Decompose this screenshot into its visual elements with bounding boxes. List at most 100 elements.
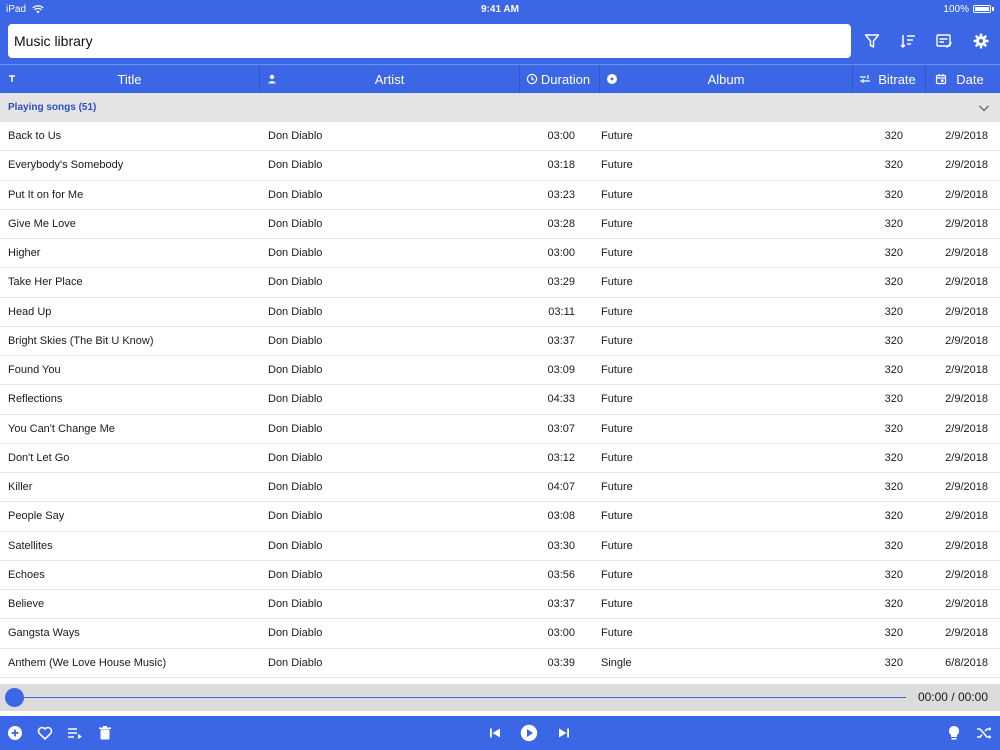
column-duration[interactable]: Duration — [520, 65, 600, 93]
delete-button[interactable] — [95, 723, 115, 743]
song-row[interactable]: Back to Us Don Diablo 03:00 Future 320 2/9/20… — [0, 122, 1000, 152]
song-row[interactable]: Bright Skies (The Bit U Know) Don Diablo 0… — [0, 327, 1000, 356]
song-bitrate: 320 — [884, 422, 903, 435]
song-row[interactable]: Anthem (We Love House Music) Don Diablo 03… — [0, 649, 1000, 678]
chevron-down-icon[interactable] — [978, 102, 990, 114]
song-row[interactable]: People Say Don Diablo 03:08 Future 320 2/9/20… — [0, 502, 1000, 532]
song-title: Higher — [8, 247, 41, 259]
song-title: Found You — [8, 364, 61, 376]
group-label: Playing songs (51) — [8, 102, 97, 113]
song-duration: 03:37 — [547, 334, 575, 347]
song-duration: 03:09 — [547, 364, 575, 376]
edit-list-button[interactable] — [931, 28, 957, 54]
song-artist: Don Diablo — [268, 422, 323, 435]
song-duration: 03:11 — [548, 305, 575, 318]
shuffle-button[interactable] — [974, 723, 994, 743]
filter-button[interactable] — [859, 28, 885, 54]
song-duration: 04:33 — [547, 393, 575, 406]
column-title-label: Title — [117, 71, 142, 87]
song-album: Future — [601, 334, 633, 347]
sort-button[interactable] — [895, 28, 921, 54]
queue-button[interactable] — [65, 723, 85, 743]
column-title[interactable]: Title — [0, 65, 260, 93]
song-album: Future — [601, 598, 633, 610]
song-bitrate: 320 — [884, 393, 903, 406]
song-bitrate: 320 — [884, 159, 903, 172]
song-duration: 03:00 — [547, 130, 575, 142]
text-t-icon — [6, 73, 18, 85]
song-artist: Don Diablo — [268, 510, 323, 523]
song-bitrate: 320 — [884, 510, 903, 523]
song-row[interactable]: Echoes Don Diablo 03:56 Future 320 2/9/2018 — [0, 561, 1000, 590]
song-album: Future — [601, 188, 633, 201]
column-duration-label: Duration — [540, 71, 591, 87]
song-artist: Don Diablo — [268, 451, 323, 464]
song-row[interactable]: Don't Let Go Don Diablo 03:12 Future 320 2/9/… — [0, 444, 1000, 473]
song-artist: Don Diablo — [268, 159, 323, 172]
song-row[interactable]: Reflections Don Diablo 04:33 Future 320 2/9/2… — [0, 385, 1000, 415]
song-date: 2/9/2018 — [945, 159, 988, 172]
play-button[interactable] — [518, 722, 540, 744]
song-date: 6/8/2018 — [945, 656, 988, 669]
column-bitrate[interactable]: Bitrate — [853, 65, 926, 93]
song-row[interactable]: Satellites Don Diablo 03:30 Future 320 2/9/20… — [0, 532, 1000, 561]
song-bitrate: 320 — [884, 481, 903, 493]
song-artist: Don Diablo — [268, 393, 323, 406]
song-date: 2/9/2018 — [945, 539, 988, 552]
skip-previous-icon — [488, 726, 502, 740]
song-row[interactable]: Put It on for Me Don Diablo 03:23 Future 320… — [0, 181, 1000, 210]
status-right: 100% — [943, 4, 994, 15]
add-button[interactable] — [5, 723, 25, 743]
song-artist: Don Diablo — [268, 247, 323, 259]
song-album: Future — [601, 422, 633, 435]
progress-track[interactable] — [14, 697, 906, 698]
song-album: Future — [601, 510, 633, 523]
player-progress-bar: 00:00 / 00:00 — [0, 684, 1000, 711]
song-date: 2/9/2018 — [945, 130, 988, 142]
trash-icon — [97, 725, 113, 741]
next-button[interactable] — [554, 723, 574, 743]
progress-thumb[interactable] — [5, 688, 24, 707]
song-album: Single — [601, 656, 632, 669]
wifi-icon — [32, 4, 44, 14]
song-title: Anthem (We Love House Music) — [8, 656, 167, 669]
status-time: 9:41 AM — [481, 3, 519, 15]
settings-button[interactable] — [968, 28, 994, 54]
song-artist: Don Diablo — [268, 305, 323, 318]
song-album: Future — [601, 451, 633, 464]
song-row[interactable]: Higher Don Diablo 03:00 Future 320 2/9/2018 — [0, 239, 1000, 269]
song-duration: 03:30 — [547, 539, 575, 552]
song-duration: 03:18 — [547, 159, 575, 172]
song-row[interactable]: Gangsta Ways Don Diablo 03:00 Future 320 2/9/… — [0, 619, 1000, 649]
song-date: 2/9/2018 — [945, 305, 988, 318]
song-bitrate: 320 — [884, 188, 903, 201]
song-row[interactable]: Believe Don Diablo 03:37 Future 320 2/9/2018 — [0, 590, 1000, 620]
lightbulb-button[interactable] — [944, 723, 964, 743]
song-row[interactable]: You Can't Change Me Don Diablo 03:07 Future… — [0, 415, 1000, 444]
group-row-playing-songs[interactable]: Playing songs (51) — [0, 93, 1000, 122]
column-header: Title Artist Duration Album Bitrate Date — [0, 64, 1000, 93]
library-title-input[interactable] — [8, 24, 851, 58]
song-album: Future — [601, 276, 633, 289]
song-album: Future — [601, 130, 633, 142]
column-artist[interactable]: Artist — [260, 65, 520, 93]
song-row[interactable]: Head Up Don Diablo 03:11 Future 320 2/9/2018 — [0, 298, 1000, 327]
queue-list-icon — [67, 725, 83, 741]
song-row[interactable]: Killer Don Diablo 04:07 Future 320 2/9/2018 — [0, 473, 1000, 503]
song-row[interactable]: Everybody's Somebody Don Diablo 03:18 Futur… — [0, 151, 1000, 181]
song-row[interactable]: Found You Don Diablo 03:09 Future 320 2/9/201… — [0, 356, 1000, 386]
song-title: Killer — [8, 481, 33, 493]
column-date[interactable]: Date — [926, 65, 1000, 93]
song-row[interactable]: Give Me Love Don Diablo 03:28 Future 320 2/9/… — [0, 210, 1000, 239]
settings-gear-icon — [973, 33, 989, 49]
column-album[interactable]: Album — [600, 65, 853, 93]
previous-button[interactable] — [485, 723, 505, 743]
song-artist: Don Diablo — [268, 334, 323, 347]
favorite-button[interactable] — [35, 723, 55, 743]
song-artist: Don Diablo — [268, 130, 323, 142]
song-date: 2/9/2018 — [945, 188, 988, 201]
song-date: 2/9/2018 — [945, 217, 988, 230]
song-album: Future — [601, 627, 633, 640]
song-row[interactable]: Take Her Place Don Diablo 03:29 Future 320 2/… — [0, 268, 1000, 298]
song-duration: 03:12 — [547, 451, 575, 464]
